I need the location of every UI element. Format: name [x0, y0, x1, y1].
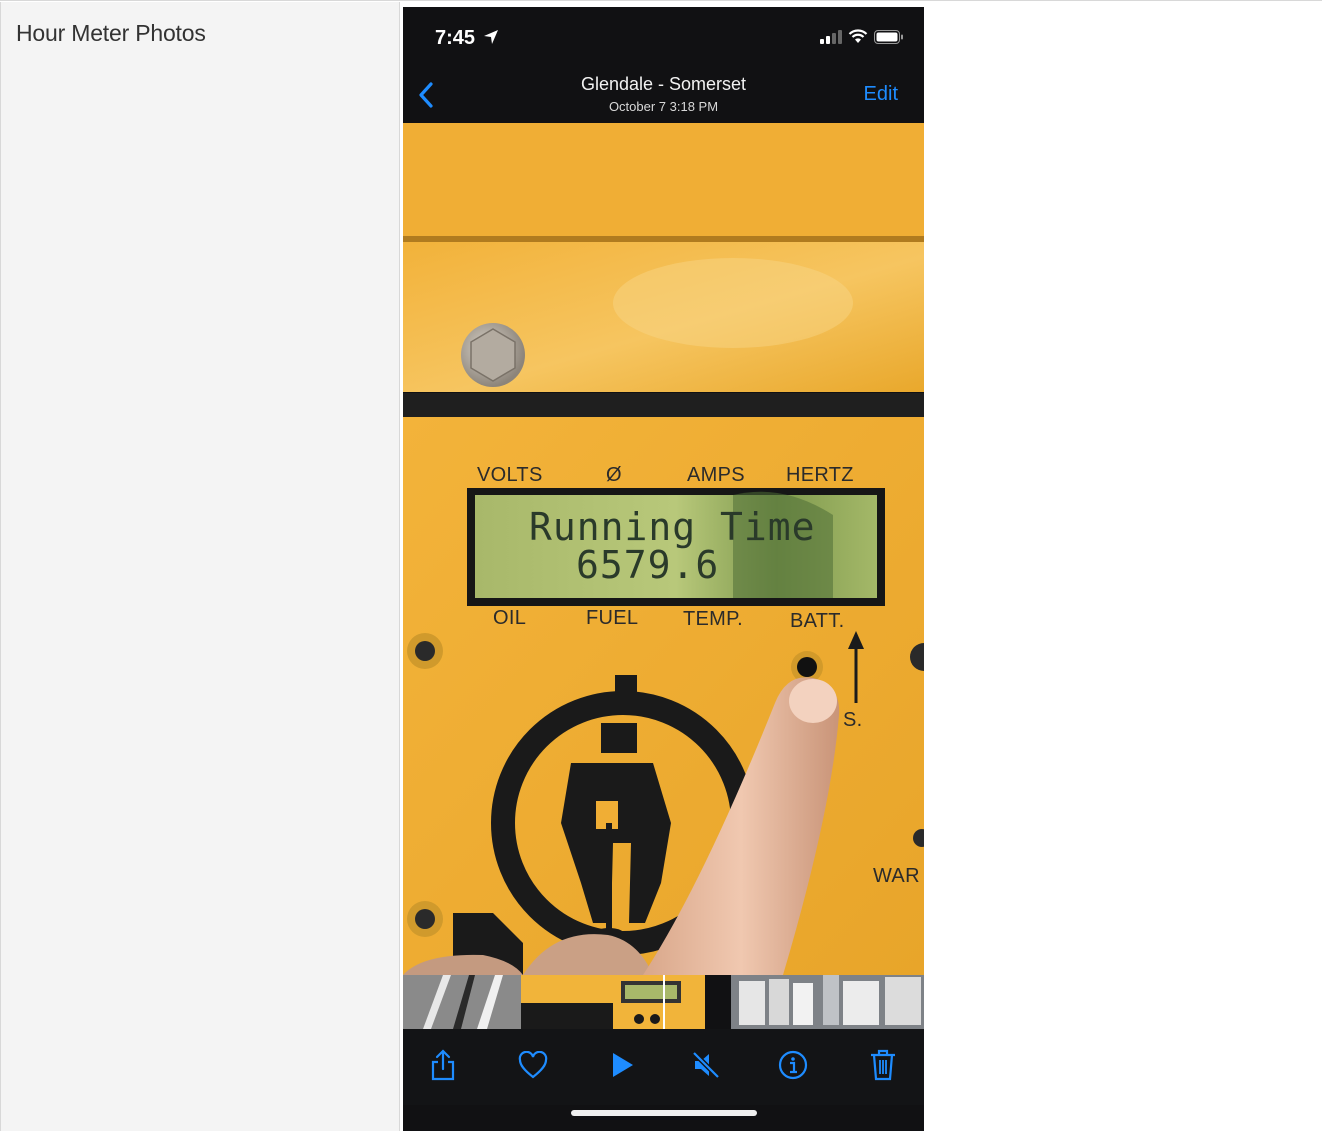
home-indicator	[571, 1110, 757, 1116]
field-label-cell: Hour Meter Photos	[0, 2, 400, 1131]
panel-label-warning: WAR	[873, 865, 920, 887]
share-button[interactable]	[425, 1047, 461, 1083]
photo-date: October 7 3:18 PM	[608, 99, 719, 114]
wifi-icon	[848, 29, 868, 43]
thumbnail-strip-drawing	[403, 975, 924, 1029]
panel-label-fuel: FUEL	[586, 607, 639, 629]
field-label: Hour Meter Photos	[16, 20, 206, 46]
play-icon	[613, 1053, 633, 1077]
panel-label-amps: AMPS	[687, 464, 745, 486]
hour-meter-photo[interactable]: 7:45 Glendale - Somerset October 7 3:18 …	[403, 7, 924, 1131]
panel-label-batt: BATT.	[790, 610, 845, 632]
favorite-button[interactable]	[515, 1047, 551, 1083]
mute-icon	[692, 1051, 720, 1079]
cellular-signal-icon	[820, 29, 842, 44]
status-time: 7:45	[435, 27, 476, 49]
panel-label-oil: OIL	[493, 607, 527, 629]
photo-toolbar	[403, 1029, 924, 1105]
info-icon	[778, 1050, 808, 1080]
delete-button[interactable]	[865, 1047, 901, 1083]
lcd-line-2: 6579.6	[576, 543, 720, 587]
panel-label-temp: TEMP.	[683, 608, 744, 630]
panel-label-volts: VOLTS	[477, 464, 543, 486]
status-icons	[820, 29, 904, 44]
heart-icon	[518, 1051, 548, 1079]
panel-label-phase: Ø	[606, 464, 622, 486]
thumbnail-strip[interactable]	[403, 975, 924, 1029]
panel-label-hertz: HERTZ	[786, 464, 854, 486]
location-arrow-icon	[484, 30, 498, 44]
mute-button[interactable]	[688, 1047, 724, 1083]
edit-button[interactable]: Edit	[864, 83, 898, 106]
trash-icon	[871, 1049, 895, 1081]
generator-panel-photo: VOLTS Ø AMPS HERTZ Running Time 6579.6 O…	[403, 123, 924, 975]
share-icon	[431, 1049, 455, 1081]
play-button[interactable]	[604, 1047, 640, 1083]
photo-album-title: Glendale - Somerset	[580, 74, 747, 94]
photo-nav-bar: Glendale - Somerset October 7 3:18 PM Ed…	[403, 63, 924, 123]
status-bar: 7:45	[403, 7, 924, 63]
panel-label-button-fragment: S.	[843, 709, 863, 731]
info-button[interactable]	[775, 1047, 811, 1083]
battery-icon	[874, 29, 903, 44]
